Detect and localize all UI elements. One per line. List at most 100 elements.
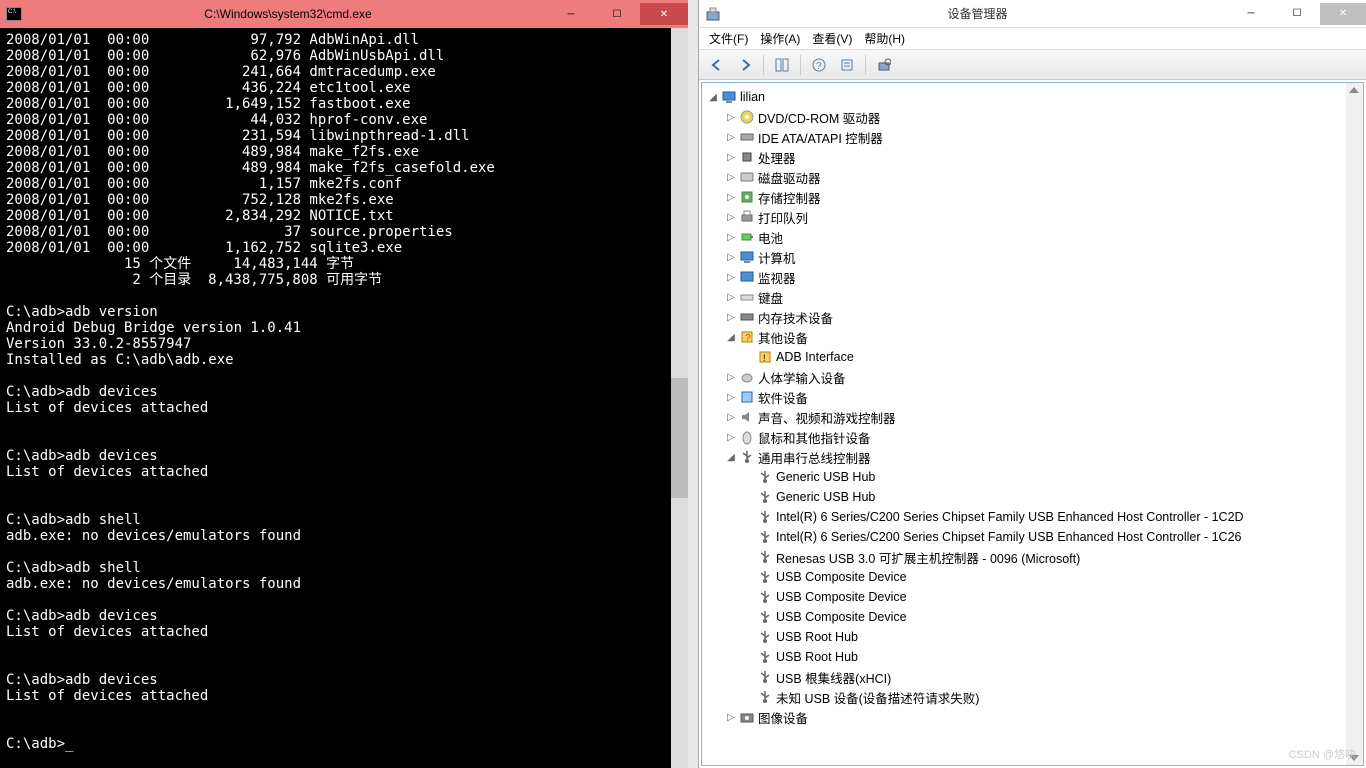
dm-window-buttons: ─ ☐ ✕ bbox=[1228, 3, 1366, 25]
expander-icon[interactable]: ▷ bbox=[724, 292, 738, 303]
usb-icon bbox=[756, 529, 774, 545]
expander-icon[interactable]: ◢ bbox=[724, 452, 738, 463]
tree-label: 打印队列 bbox=[756, 208, 808, 227]
expander-icon[interactable]: ◢ bbox=[706, 92, 720, 103]
tree-imaging[interactable]: ▷图像设备 bbox=[702, 707, 1363, 727]
tree-usb-device[interactable]: Generic USB Hub bbox=[702, 467, 1363, 487]
expander-icon[interactable]: ▷ bbox=[724, 132, 738, 143]
close-button[interactable]: ✕ bbox=[640, 3, 688, 25]
tree-category[interactable]: ▷磁盘驱动器 bbox=[702, 167, 1363, 187]
tree-category[interactable]: ▷内存技术设备 bbox=[702, 307, 1363, 327]
tree-usb-device[interactable]: Renesas USB 3.0 可扩展主机控制器 - 0096 (Microso… bbox=[702, 547, 1363, 567]
show-hide-tree-button[interactable] bbox=[770, 53, 794, 77]
scrollbar-thumb[interactable] bbox=[671, 378, 688, 498]
help-button[interactable]: ? bbox=[807, 53, 831, 77]
tree-root-node[interactable]: ◢lilian bbox=[702, 87, 1363, 107]
menu-action[interactable]: 操作(A) bbox=[760, 30, 800, 47]
storage-icon bbox=[738, 189, 756, 205]
expander-icon[interactable]: ▷ bbox=[724, 432, 738, 443]
usb-icon bbox=[756, 609, 774, 625]
expander-icon[interactable]: ▷ bbox=[724, 172, 738, 183]
expander-icon[interactable]: ▷ bbox=[724, 712, 738, 723]
tree-category[interactable]: ▷计算机 bbox=[702, 247, 1363, 267]
maximize-button[interactable]: ☐ bbox=[594, 3, 640, 25]
dm-titlebar[interactable]: 设备管理器 ─ ☐ ✕ bbox=[699, 0, 1366, 28]
menu-help[interactable]: 帮助(H) bbox=[864, 30, 905, 47]
computer-icon bbox=[720, 89, 738, 105]
tree-label: 人体学输入设备 bbox=[756, 368, 846, 387]
tree-usb-device[interactable]: USB Composite Device bbox=[702, 607, 1363, 627]
tree-category[interactable]: ▷键盘 bbox=[702, 287, 1363, 307]
device-manager-window: 设备管理器 ─ ☐ ✕ 文件(F) 操作(A) 查看(V) 帮助(H) ? ◢l… bbox=[698, 0, 1366, 768]
tree-usb-device[interactable]: Intel(R) 6 Series/C200 Series Chipset Fa… bbox=[702, 527, 1363, 547]
expander-icon[interactable]: ▷ bbox=[724, 232, 738, 243]
expander-icon[interactable]: ▷ bbox=[724, 392, 738, 403]
usb-icon bbox=[756, 489, 774, 505]
expander-icon[interactable]: ◢ bbox=[724, 332, 738, 343]
tree-category[interactable]: ▷鼠标和其他指针设备 bbox=[702, 427, 1363, 447]
scrollbar[interactable] bbox=[671, 28, 688, 768]
ide-icon bbox=[738, 129, 756, 145]
tree-usb-device[interactable]: USB Composite Device bbox=[702, 587, 1363, 607]
dm-app-icon bbox=[699, 6, 727, 22]
expander-icon[interactable]: ▷ bbox=[724, 112, 738, 123]
expander-icon[interactable]: ▷ bbox=[724, 372, 738, 383]
expander-icon[interactable]: ▷ bbox=[724, 412, 738, 423]
tree-usb-device[interactable]: USB 根集线器(xHCI) bbox=[702, 667, 1363, 687]
tree-category[interactable]: ▷ 打印队列 bbox=[702, 207, 1363, 227]
memory-icon bbox=[738, 309, 756, 325]
expander-icon[interactable]: ▷ bbox=[724, 252, 738, 263]
tree-category[interactable]: ▷电池 bbox=[702, 227, 1363, 247]
tree-usb-device[interactable]: 未知 USB 设备(设备描述符请求失败) bbox=[702, 687, 1363, 707]
tree-category[interactable]: ▷存储控制器 bbox=[702, 187, 1363, 207]
menu-file[interactable]: 文件(F) bbox=[709, 30, 748, 47]
tree-category[interactable]: ▷DVD/CD-ROM 驱动器 bbox=[702, 107, 1363, 127]
expander-icon[interactable]: ▷ bbox=[724, 272, 738, 283]
tree-category[interactable]: ▷声音、视频和游戏控制器 bbox=[702, 407, 1363, 427]
expander-icon[interactable]: ▷ bbox=[724, 212, 738, 223]
svg-text:?: ? bbox=[816, 61, 822, 72]
toolbar: ? bbox=[699, 50, 1366, 80]
tree-usb-device[interactable]: Intel(R) 6 Series/C200 Series Chipset Fa… bbox=[702, 507, 1363, 527]
tree-adb-interface[interactable]: !ADB Interface bbox=[702, 347, 1363, 367]
computer-icon bbox=[738, 249, 756, 265]
tree-label: Generic USB Hub bbox=[774, 470, 875, 484]
battery-icon bbox=[738, 229, 756, 245]
usb-icon bbox=[756, 469, 774, 485]
expander-icon[interactable]: ▷ bbox=[724, 192, 738, 203]
svg-text:!: ! bbox=[763, 353, 766, 363]
properties-button[interactable] bbox=[835, 53, 859, 77]
tree-label: USB Root Hub bbox=[774, 650, 858, 664]
minimize-button[interactable]: ─ bbox=[1228, 3, 1274, 25]
tree-usb-device[interactable]: USB Root Hub bbox=[702, 627, 1363, 647]
device-tree[interactable]: ◢lilian▷DVD/CD-ROM 驱动器▷IDE ATA/ATAPI 控制器… bbox=[701, 82, 1364, 766]
tree-other-devices[interactable]: ◢?其他设备 bbox=[702, 327, 1363, 347]
tree-category[interactable]: ▷监视器 bbox=[702, 267, 1363, 287]
tree-category[interactable]: ▷软件设备 bbox=[702, 387, 1363, 407]
tree-label: USB Composite Device bbox=[774, 590, 907, 604]
cmd-output[interactable]: 2008/01/01 00:00 97,792 AdbWinApi.dll 20… bbox=[0, 28, 688, 768]
tree-label: 其他设备 bbox=[756, 328, 808, 347]
maximize-button[interactable]: ☐ bbox=[1274, 3, 1320, 25]
cpu-icon bbox=[738, 149, 756, 165]
tree-usb-device[interactable]: Generic USB Hub bbox=[702, 487, 1363, 507]
forward-button[interactable] bbox=[733, 53, 757, 77]
scrollbar[interactable] bbox=[1346, 83, 1363, 765]
back-button[interactable] bbox=[705, 53, 729, 77]
tree-category[interactable]: ▷ 人体学输入设备 bbox=[702, 367, 1363, 387]
cmd-titlebar[interactable]: C:\Windows\system32\cmd.exe ─ ☐ ✕ bbox=[0, 0, 688, 28]
tree-label: 处理器 bbox=[756, 148, 796, 167]
tree-category[interactable]: ▷IDE ATA/ATAPI 控制器 bbox=[702, 127, 1363, 147]
tree-usb-controllers[interactable]: ◢通用串行总线控制器 bbox=[702, 447, 1363, 467]
expander-icon[interactable]: ▷ bbox=[724, 312, 738, 323]
monitor-icon bbox=[738, 269, 756, 285]
tree-usb-device[interactable]: USB Composite Device bbox=[702, 567, 1363, 587]
minimize-button[interactable]: ─ bbox=[548, 3, 594, 25]
scan-hardware-button[interactable] bbox=[872, 53, 896, 77]
background-strip bbox=[688, 0, 698, 768]
tree-usb-device[interactable]: USB Root Hub bbox=[702, 647, 1363, 667]
expander-icon[interactable]: ▷ bbox=[724, 152, 738, 163]
close-button[interactable]: ✕ bbox=[1320, 3, 1366, 25]
menu-view[interactable]: 查看(V) bbox=[812, 30, 852, 47]
tree-category[interactable]: ▷ 处理器 bbox=[702, 147, 1363, 167]
